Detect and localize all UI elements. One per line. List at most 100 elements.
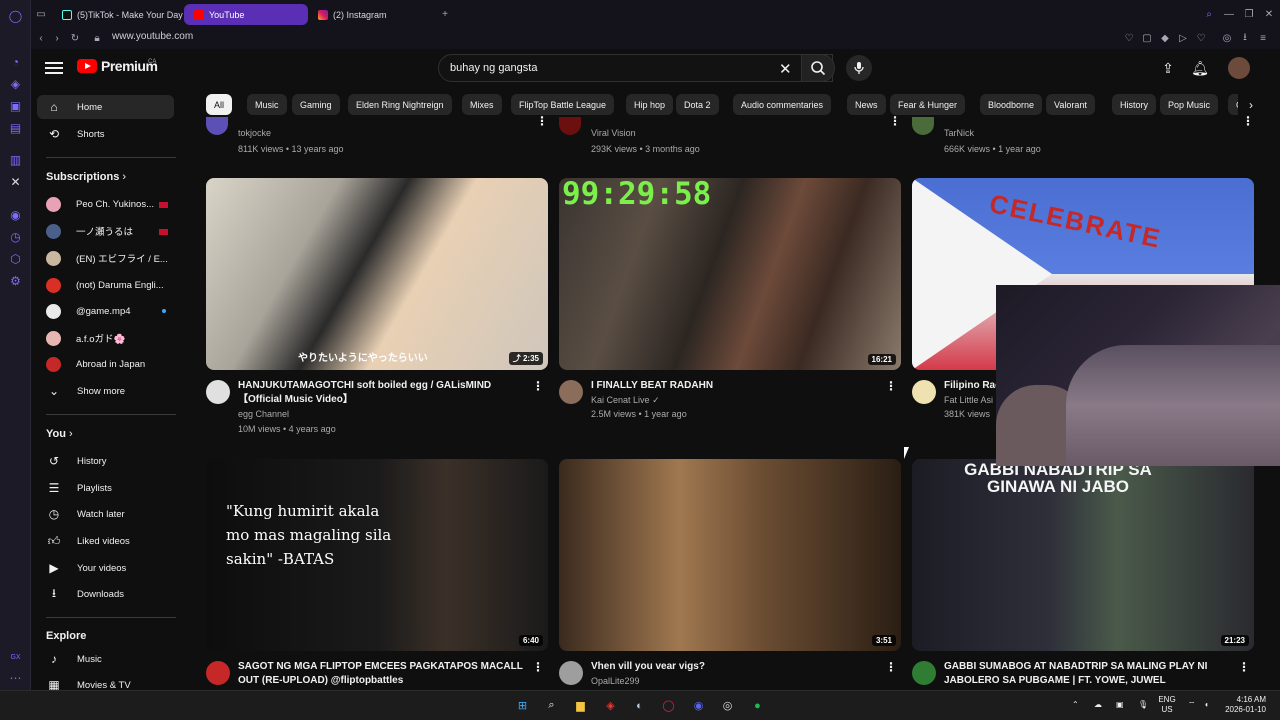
video-title[interactable]: I FINALLY BEAT RADAHN	[591, 379, 881, 393]
video-title[interactable]: GABBI SUMABOG AT NABADTRIP SA MALING PLA…	[944, 660, 1234, 688]
wifi-icon[interactable]: ⌔	[1188, 700, 1196, 710]
video-card[interactable]: やりたいようにやったらいい ⤴ 2:35 HANJUKUTAMAGOTCHI s…	[206, 178, 548, 448]
channel-avatar[interactable]	[912, 380, 936, 404]
guide-item-watch-later[interactable]: ◷ Watch later	[37, 502, 174, 526]
more-actions-icon[interactable]: ⋮	[532, 660, 544, 674]
forward-icon[interactable]: ›	[51, 32, 63, 44]
x-icon[interactable]: ✕	[8, 174, 23, 189]
video-title[interactable]: HANJUKUTAMAGOTCHI soft boiled egg / GALi…	[238, 379, 528, 407]
subscription-item[interactable]: Peo Ch. Yukinos...	[37, 192, 174, 216]
video-channel[interactable]: Viral Vision	[591, 128, 636, 138]
opera-logo-icon[interactable]: ◯	[8, 8, 23, 23]
video-card[interactable]: 3:51 Vhen vill you vear vigs? OpalLite29…	[559, 459, 901, 690]
channel-avatar[interactable]	[559, 117, 581, 135]
tab-instagram[interactable]: (2) Instagram	[308, 4, 438, 25]
volume-icon[interactable]: ◖	[1204, 700, 1209, 710]
discord-icon[interactable]: ◉	[690, 697, 707, 714]
video-channel[interactable]: Kai Cenat Live ✓	[591, 395, 660, 406]
subscription-item[interactable]: @game.mp4	[37, 299, 174, 323]
chip[interactable]: Mixes	[462, 94, 502, 115]
menu-icon[interactable]: ≡	[1257, 32, 1269, 44]
video-channel[interactable]: egg Channel	[238, 409, 289, 419]
opera-gx-icon[interactable]: ◯	[660, 697, 677, 714]
chip[interactable]: Hip hop	[626, 94, 674, 115]
video-channel[interactable]: OpalLite299	[591, 676, 640, 686]
language-indicator[interactable]: ENG US	[1156, 695, 1178, 715]
more-actions-icon[interactable]: ⋮	[885, 379, 897, 393]
search-button[interactable]	[801, 54, 835, 82]
channel-avatar[interactable]	[912, 661, 936, 685]
channel-avatar[interactable]	[912, 117, 934, 135]
clock[interactable]: 4:16 AM 2026-01-10	[1218, 695, 1266, 715]
chip[interactable]: Music	[247, 94, 287, 115]
twitch-icon[interactable]: ▥	[8, 152, 23, 167]
tray-app-icon[interactable]: ▣	[1116, 700, 1124, 710]
video-card[interactable]: "Kung humirit akala mo mas magaling sila…	[206, 459, 548, 690]
chip[interactable]: History	[1112, 94, 1157, 115]
search-box[interactable]: buhay ng gangsta ✕	[438, 54, 833, 82]
youtube-logo[interactable]: Premium	[77, 58, 158, 74]
video-card-partial[interactable]: tokjocke 811K views • 13 years ago ⋮	[206, 114, 548, 157]
video-card-partial[interactable]: TarNick 666K views • 1 year ago ⋮	[912, 114, 1254, 157]
new-tab-icon[interactable]: +	[439, 8, 451, 20]
search-input[interactable]: buhay ng gangsta	[450, 62, 537, 74]
bookmark-icon[interactable]: ♡	[1123, 32, 1135, 44]
channel-avatar[interactable]	[559, 661, 583, 685]
tab-tiktok[interactable]: (5)TikTok - Make Your Day	[52, 4, 202, 25]
back-icon[interactable]: ‹	[35, 32, 47, 44]
chip[interactable]: Elden Ring Nightreign	[348, 94, 452, 115]
tab-youtube[interactable]: YouTube	[184, 4, 308, 25]
chip[interactable]: FlipTop Battle League	[511, 94, 615, 115]
guide-menu-icon[interactable]	[45, 59, 63, 77]
chip[interactable]: Pop Music	[1160, 94, 1219, 115]
more-icon[interactable]: ⋯	[8, 670, 23, 685]
guide-item-home[interactable]: ⌂ Home	[37, 95, 174, 119]
app-icon[interactable]: ◎	[719, 697, 736, 714]
guide-item-history[interactable]: ↺ History	[37, 449, 174, 473]
guide-item-movies[interactable]: ▦ Movies & TV	[37, 673, 174, 690]
you-heading[interactable]: You ›	[46, 428, 73, 440]
chat-icon[interactable]: ▣	[8, 98, 23, 113]
maximize-icon[interactable]: ❐	[1243, 8, 1255, 20]
subscription-item[interactable]: (EN) エビフライ / E...	[37, 246, 174, 270]
minimize-icon[interactable]: —	[1223, 8, 1235, 20]
chip[interactable]: News	[847, 94, 886, 115]
messenger-icon[interactable]: ◈	[8, 76, 23, 91]
cloud-icon[interactable]: ☁	[1094, 700, 1102, 710]
tray-overflow-icon[interactable]: ⌃	[1072, 700, 1079, 710]
speed-dial-icon[interactable]: ◔	[8, 54, 23, 69]
video-card[interactable]: 99:29:58 16:21 I FINALLY BEAT RADAHN Kai…	[559, 178, 901, 448]
chip[interactable]: Fear & Hunger	[890, 94, 966, 115]
video-channel[interactable]: Fat Little Asi	[944, 395, 993, 405]
guide-item-playlists[interactable]: ☰ Playlists	[37, 476, 174, 500]
guide-item-music[interactable]: ♪ Music	[37, 647, 174, 671]
video-title[interactable]: Vhen vill you vear vigs?	[591, 660, 881, 674]
channel-avatar[interactable]	[206, 380, 230, 404]
download-icon[interactable]: ⭳	[1239, 32, 1251, 44]
steam-icon[interactable]: ◐	[631, 697, 648, 714]
more-actions-icon[interactable]: ⋮	[1238, 660, 1250, 674]
video-thumbnail[interactable]: 99:29:58 16:21	[559, 178, 901, 370]
video-thumbnail[interactable]: 3:51	[559, 459, 901, 651]
close-window-icon[interactable]: ✕	[1263, 8, 1275, 20]
chips-next-button[interactable]: ›	[1238, 94, 1264, 116]
more-actions-icon[interactable]: ⋮	[536, 114, 548, 128]
chip[interactable]: Gaming	[292, 94, 340, 115]
video-channel[interactable]: TarNick	[944, 128, 974, 138]
chip[interactable]: Bloodborne	[980, 94, 1043, 115]
subscription-item[interactable]: (not) Daruma Engli...	[37, 273, 174, 297]
chip[interactable]: All	[206, 94, 233, 115]
spotify-icon[interactable]: ●	[749, 697, 766, 714]
guide-item-liked-videos[interactable]: 👍︎ Liked videos	[37, 529, 174, 553]
brave-icon[interactable]: ◈	[602, 697, 619, 714]
subscription-item[interactable]: Abroad in Japan	[37, 352, 174, 376]
more-actions-icon[interactable]: ⋮	[532, 379, 544, 393]
subscriptions-heading[interactable]: Subscriptions ›	[46, 171, 126, 183]
guide-item-your-videos[interactable]: ▶ Your videos	[37, 556, 174, 580]
history-icon[interactable]: ◷	[8, 229, 23, 244]
chip[interactable]: Valorant	[1046, 94, 1095, 115]
reload-icon[interactable]: ↻	[69, 32, 81, 44]
channel-avatar[interactable]	[559, 380, 583, 404]
chip[interactable]: Audio commentaries	[733, 94, 832, 115]
profile-icon[interactable]: ◎	[1221, 32, 1233, 44]
